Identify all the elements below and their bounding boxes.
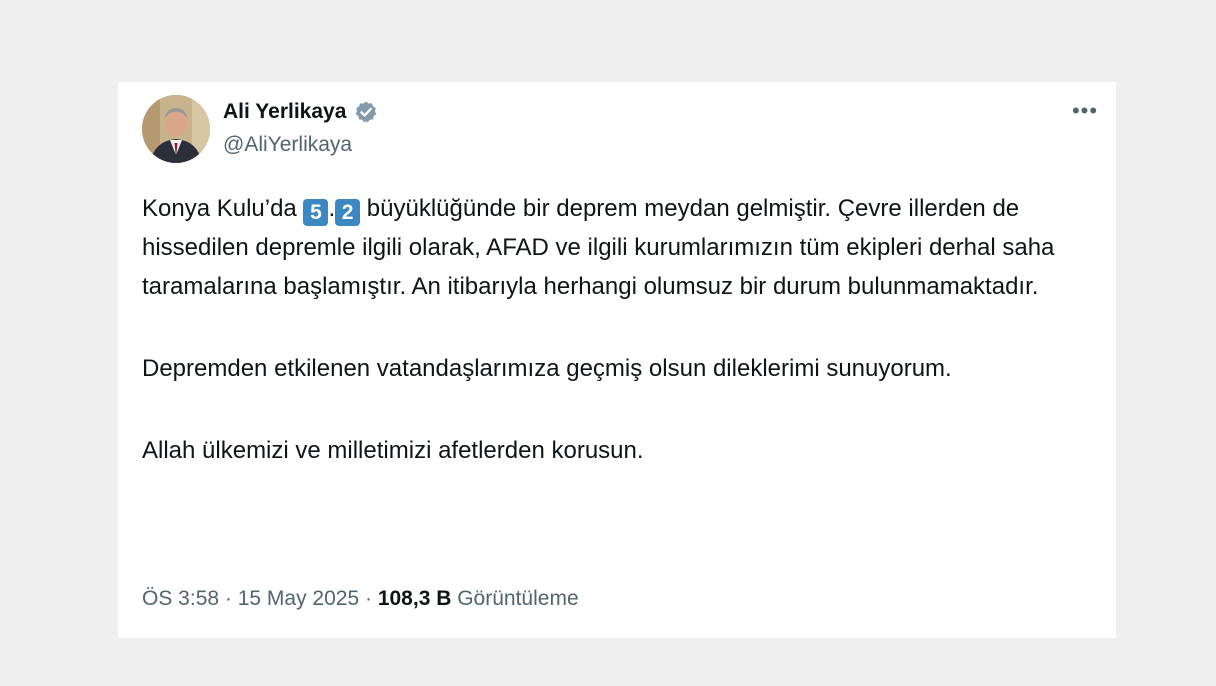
avatar[interactable]: [142, 95, 210, 163]
more-options-icon[interactable]: •••: [1070, 96, 1100, 126]
meta-separator: ·: [359, 587, 378, 610]
keycap-digit-two: 2: [335, 199, 361, 226]
tweet-text: Konya Kulu’da 5.2 büyüklüğünde bir depre…: [142, 189, 1092, 470]
tweet-time[interactable]: ÖS 3:58: [142, 587, 219, 610]
views-label: Görüntüleme: [451, 587, 579, 610]
tweet-date[interactable]: 15 May 2025: [238, 587, 359, 610]
tweet-paragraph-1: Konya Kulu’da 5.2 büyüklüğünde bir depre…: [142, 189, 1092, 306]
tweet-text-intro: Konya Kulu’da: [142, 195, 304, 222]
author-name[interactable]: Ali Yerlikaya: [223, 100, 346, 124]
author-name-row: Ali Yerlikaya: [223, 100, 378, 124]
keycap-digit-five: 5: [303, 199, 329, 226]
tweet-paragraph-2: Depremden etkilenen vatandaşlarımıza geç…: [142, 355, 952, 382]
tweet-card: Ali Yerlikaya @AliYerlikaya ••• Konya Ku…: [118, 82, 1116, 638]
tweet-paragraph-3: Allah ülkemizi ve milletimizi afetlerden…: [142, 437, 644, 464]
author-handle[interactable]: @AliYerlikaya: [223, 133, 352, 157]
meta-separator: ·: [219, 587, 238, 610]
views-count[interactable]: 108,3 B: [378, 587, 452, 610]
avatar-image: [142, 95, 210, 163]
tweet-meta: ÖS 3:58 · 15 May 2025 · 108,3 B Görüntül…: [142, 587, 579, 611]
keycap-separator: .: [328, 195, 336, 222]
verified-badge-icon[interactable]: [354, 100, 378, 124]
